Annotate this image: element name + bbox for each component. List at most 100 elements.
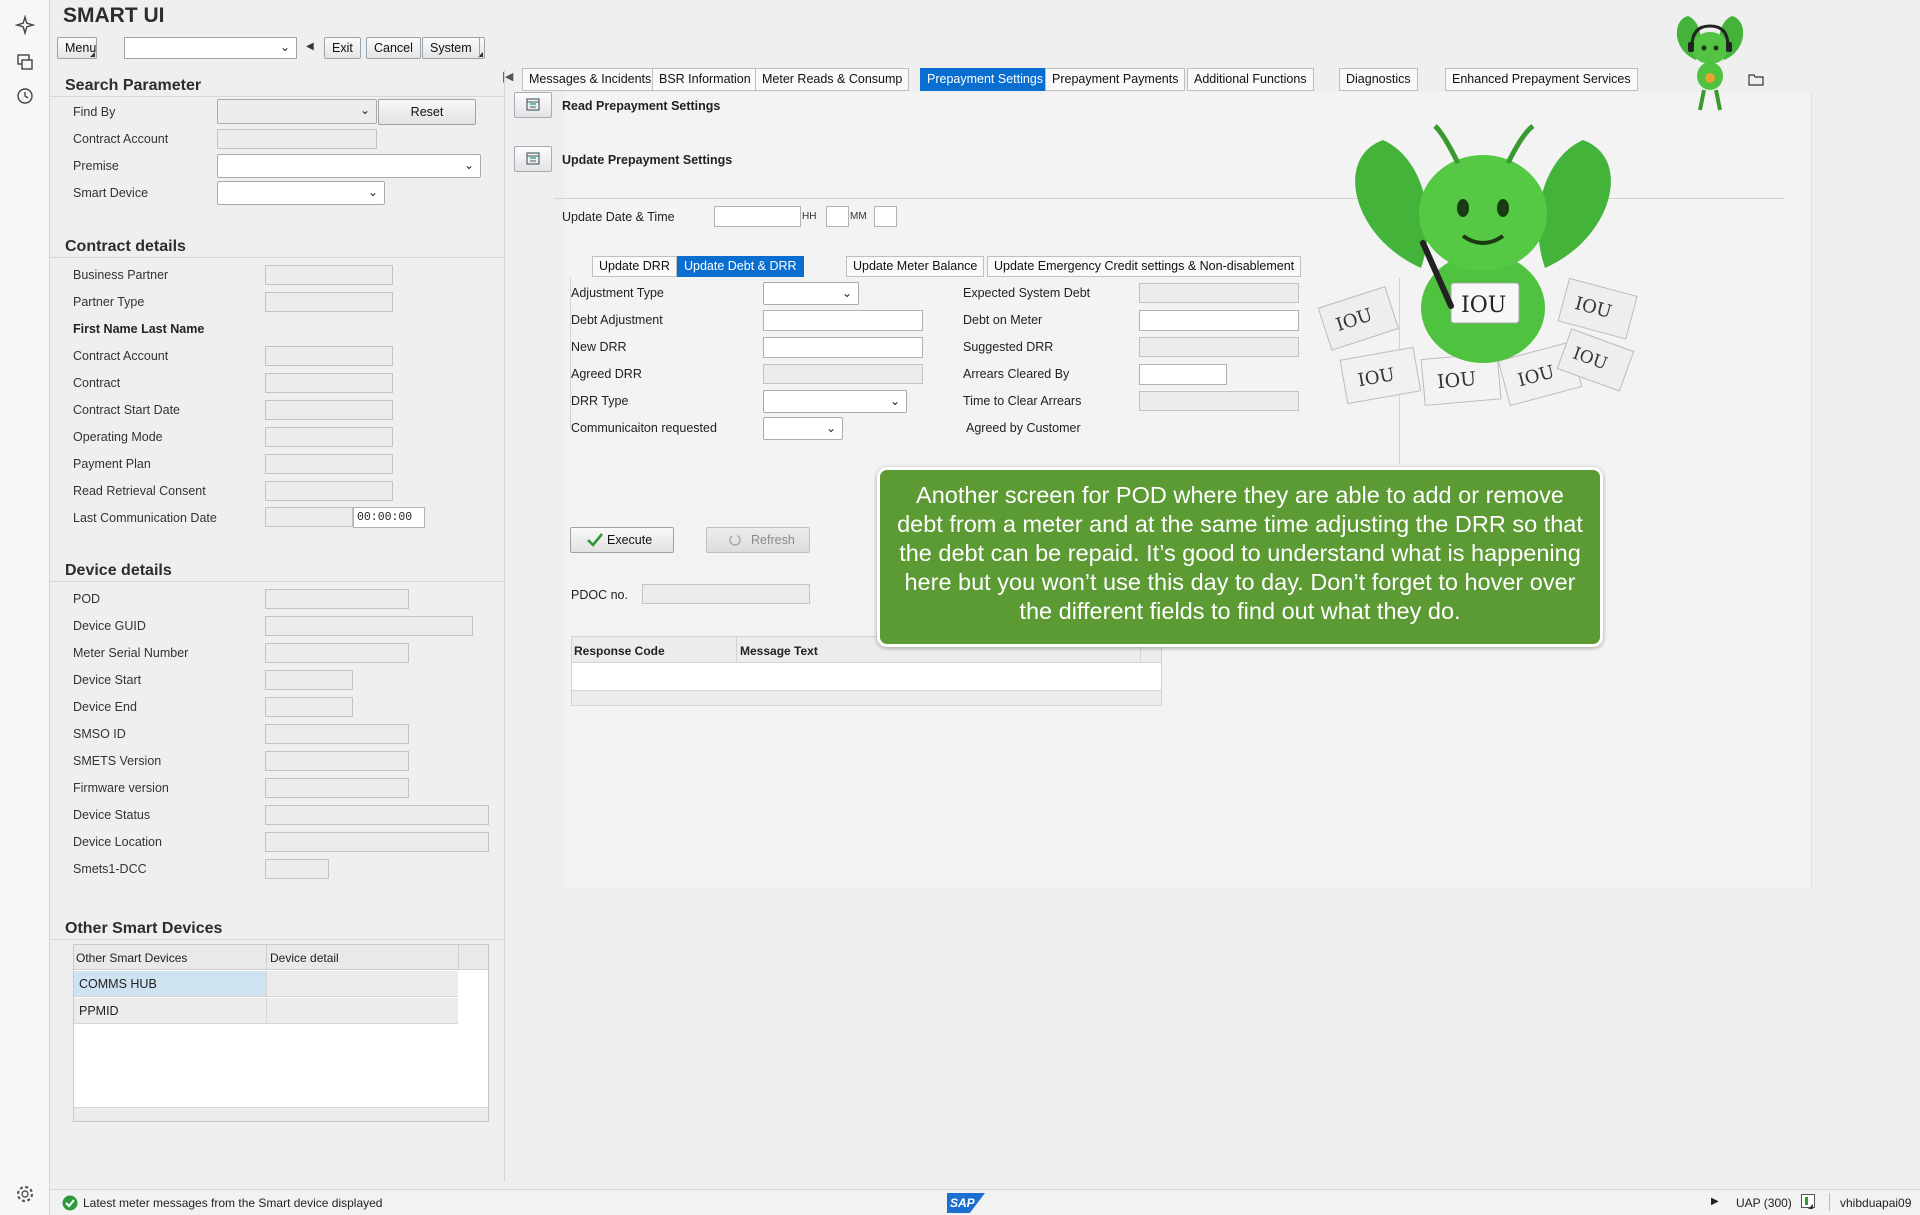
subtab-update-debt-drr[interactable]: Update Debt & DRR xyxy=(677,256,804,277)
smso-id-field[interactable] xyxy=(265,724,409,744)
contract-field[interactable] xyxy=(265,373,393,393)
system-button[interactable]: System xyxy=(422,37,485,59)
collapse-arrow-icon[interactable]: ◀ xyxy=(306,41,314,52)
pdoc-field[interactable] xyxy=(642,584,810,604)
smart-device-label: Smart Device xyxy=(73,186,149,200)
pdoc-label: PDOC no. xyxy=(571,588,628,602)
expected-debt-label: Expected System Debt xyxy=(963,286,1091,300)
business-partner-label: Business Partner xyxy=(73,268,169,282)
table-cell-empty[interactable] xyxy=(266,971,458,997)
partner-type-input[interactable] xyxy=(265,292,393,312)
table-row[interactable]: PPMID xyxy=(74,998,266,1024)
command-field[interactable]: ⌄ xyxy=(124,37,297,59)
reset-button[interactable]: Reset xyxy=(378,99,476,125)
refresh-button[interactable]: Refresh xyxy=(706,527,810,553)
smets1-dcc-label: Smets1-DCC xyxy=(73,862,147,876)
contract-account-input[interactable] xyxy=(217,129,377,149)
operating-mode-field[interactable] xyxy=(265,427,393,447)
device-end-field[interactable] xyxy=(265,697,353,717)
read-settings-label: Read Prepayment Settings xyxy=(562,99,721,113)
arrears-cleared-input[interactable] xyxy=(1139,364,1227,385)
time-to-clear-field[interactable] xyxy=(1139,391,1299,411)
status-divider xyxy=(1829,1193,1830,1211)
firmware-version-label: Firmware version xyxy=(73,781,169,795)
subtab-update-meter-balance[interactable]: Update Meter Balance xyxy=(846,256,985,277)
tab-prepayment-settings[interactable]: Prepayment Settings xyxy=(920,68,1051,91)
table-row[interactable]: COMMS HUB xyxy=(74,971,266,997)
column-divider xyxy=(266,945,267,970)
iou-note-text: IOU xyxy=(1436,368,1477,393)
debt-on-meter-input[interactable] xyxy=(1139,310,1299,331)
tab-bsr-information[interactable]: BSR Information xyxy=(652,68,758,91)
adjustment-type-select[interactable]: ⌄ xyxy=(763,282,859,305)
contract-account-field[interactable] xyxy=(265,346,393,366)
device-guid-field[interactable] xyxy=(265,616,473,636)
subtab-update-drr[interactable]: Update DRR xyxy=(592,256,677,277)
database-icon[interactable] xyxy=(14,51,36,73)
device-start-field[interactable] xyxy=(265,670,353,690)
smets1-dcc-field[interactable] xyxy=(265,859,329,879)
exit-button[interactable]: Exit xyxy=(324,37,361,59)
device-guid-label: Device GUID xyxy=(73,619,146,633)
assistant-avatar-icon[interactable] xyxy=(1670,10,1750,116)
mascot-illustration: IOU IOU IOU IOU IOU IOU IOU xyxy=(1317,123,1638,407)
last-comm-time-field[interactable]: 00:00:00 xyxy=(353,507,425,528)
refresh-icon xyxy=(729,534,741,546)
firmware-version-field[interactable] xyxy=(265,778,409,798)
system-info[interactable]: UAP (300) xyxy=(1736,1196,1792,1210)
device-location-label: Device Location xyxy=(73,835,162,849)
smets-version-field[interactable] xyxy=(265,751,409,771)
contract-start-field[interactable] xyxy=(265,400,393,420)
payment-plan-field[interactable] xyxy=(265,454,393,474)
business-partner-input[interactable] xyxy=(265,265,393,285)
table-icon xyxy=(526,98,540,111)
system-label: System xyxy=(430,41,472,55)
drr-type-label: DRR Type xyxy=(571,394,629,408)
tab-messages-incidents[interactable]: Messages & Incidents xyxy=(522,68,659,91)
tab-meter-reads-consump[interactable]: Meter Reads & Consump xyxy=(755,68,910,91)
expand-arrow-icon[interactable]: ▶ xyxy=(1711,1196,1719,1207)
device-status-field[interactable] xyxy=(265,805,489,825)
expected-debt-field[interactable] xyxy=(1139,283,1299,303)
menu-button[interactable]: Menu xyxy=(57,37,97,59)
hour-input[interactable] xyxy=(826,206,849,227)
tab-scroll-left-icon[interactable]: |◀ xyxy=(502,70,513,83)
meter-serial-field[interactable] xyxy=(265,643,409,663)
sparkle-icon[interactable] xyxy=(14,14,36,36)
premise-select[interactable]: ⌄ xyxy=(217,154,481,178)
update-settings-label: Update Prepayment Settings xyxy=(562,153,733,167)
user-id[interactable]: vhibduapai09 xyxy=(1840,1196,1911,1210)
folder-icon[interactable] xyxy=(1748,72,1764,86)
section-divider xyxy=(50,96,505,97)
tab-prepayment-payments[interactable]: Prepayment Payments xyxy=(1045,68,1186,91)
minute-input[interactable] xyxy=(874,206,897,227)
subtab-update-emergency-credit-settings-non-disablement[interactable]: Update Emergency Credit settings & Non-d… xyxy=(987,256,1302,277)
tab-enhanced-prepayment-services[interactable]: Enhanced Prepayment Services xyxy=(1445,68,1638,91)
agreed-drr-field[interactable] xyxy=(763,364,923,384)
find-by-select[interactable]: ⌄ xyxy=(217,99,377,124)
update-date-input[interactable] xyxy=(714,206,801,227)
debt-adjustment-input[interactable] xyxy=(763,310,923,331)
device-location-field[interactable] xyxy=(265,832,489,852)
tab-diagnostics[interactable]: Diagnostics xyxy=(1339,68,1418,91)
tab-additional-functions[interactable]: Additional Functions xyxy=(1187,68,1314,91)
column-divider xyxy=(458,945,459,970)
pod-field[interactable] xyxy=(265,589,409,609)
read-consent-field[interactable] xyxy=(265,481,393,501)
settings-gear-icon[interactable] xyxy=(14,1183,36,1205)
cancel-button[interactable]: Cancel xyxy=(366,37,421,59)
execute-button[interactable]: Execute xyxy=(570,527,674,553)
status-message[interactable]: Latest meter messages from the Smart dev… xyxy=(83,1196,382,1210)
last-comm-date-field[interactable] xyxy=(265,507,353,527)
smart-device-select[interactable]: ⌄ xyxy=(217,181,385,205)
contract-account-label: Contract Account xyxy=(73,349,169,363)
comm-requested-select[interactable]: ⌄ xyxy=(763,417,843,440)
suggested-drr-field[interactable] xyxy=(1139,337,1299,357)
update-settings-button[interactable] xyxy=(514,146,552,172)
history-icon[interactable] xyxy=(14,85,36,107)
new-drr-input[interactable] xyxy=(763,337,923,358)
read-settings-button[interactable] xyxy=(514,92,552,118)
contract-start-label: Contract Start Date xyxy=(73,403,180,417)
table-cell-empty[interactable] xyxy=(266,998,458,1024)
drr-type-select[interactable]: ⌄ xyxy=(763,390,907,413)
